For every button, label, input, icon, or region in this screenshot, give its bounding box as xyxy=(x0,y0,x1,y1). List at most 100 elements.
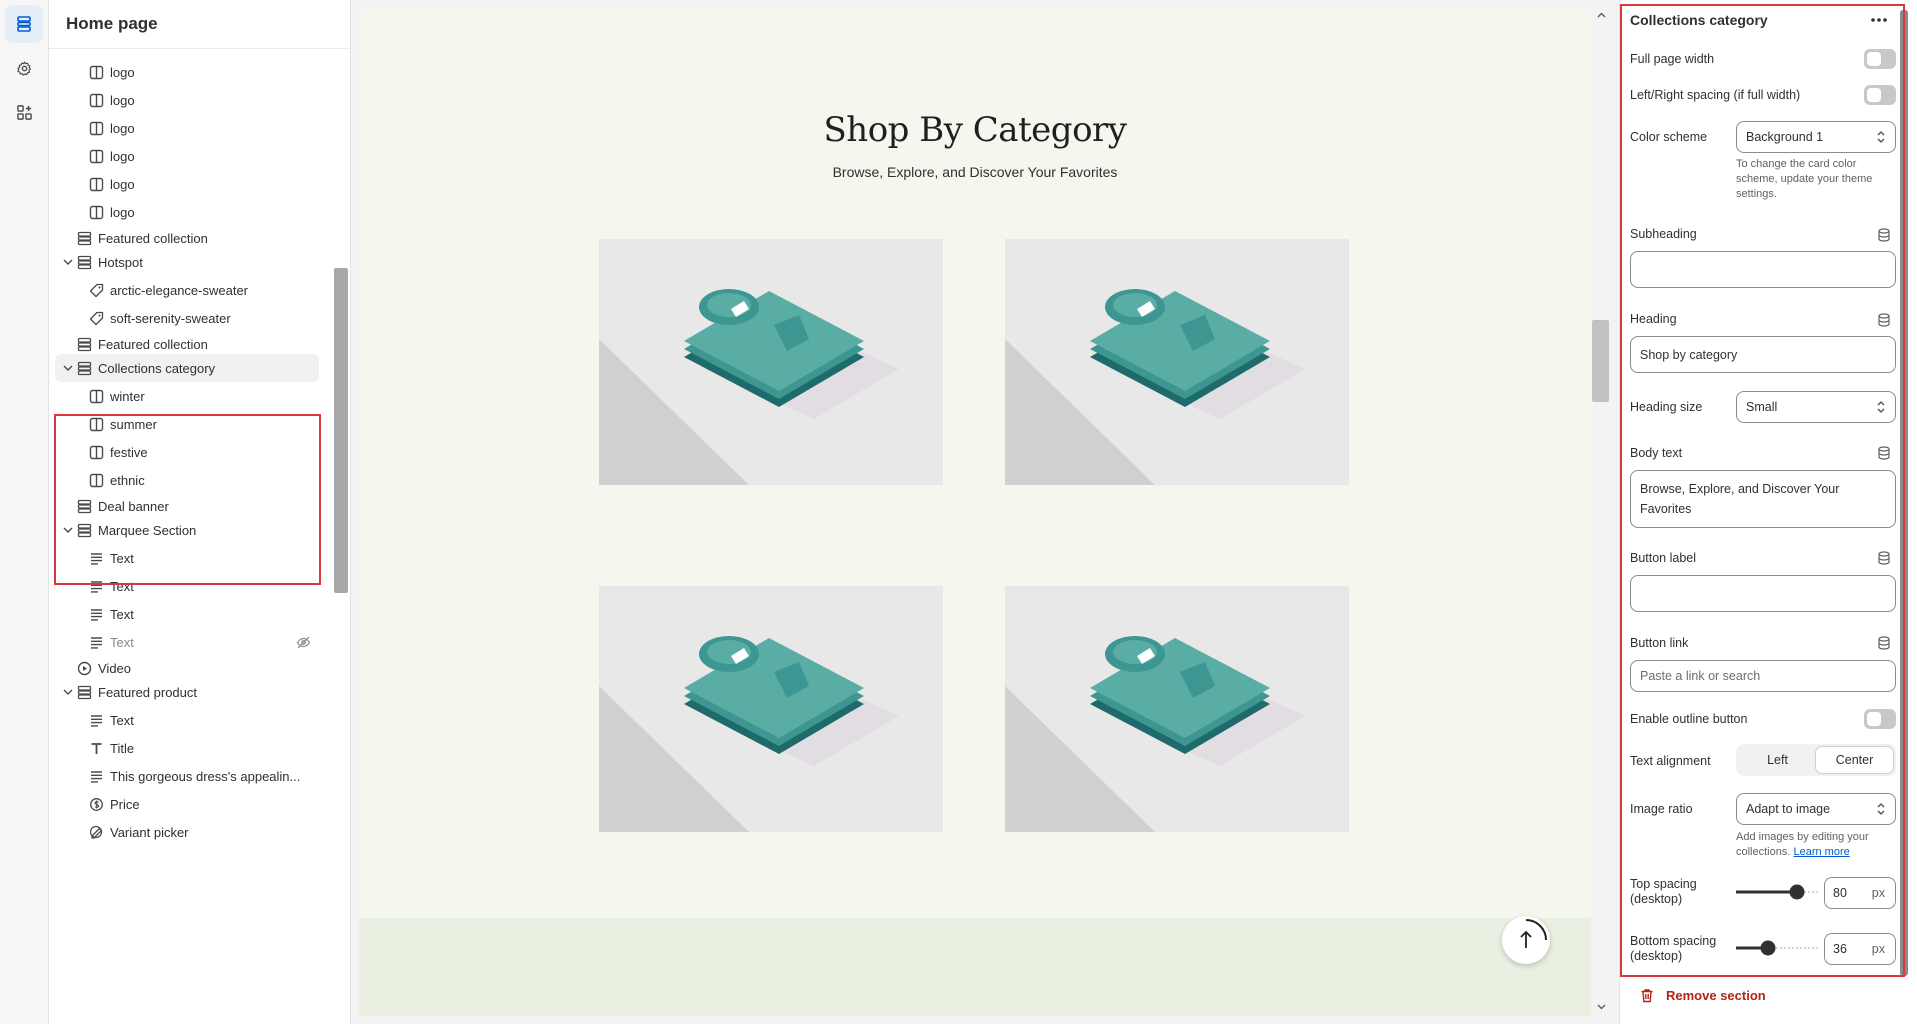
collection-card[interactable] xyxy=(599,239,943,485)
tree-section-item[interactable]: Featured product xyxy=(49,678,329,706)
top-spacing-slider[interactable] xyxy=(1736,882,1818,902)
sweater-placeholder-image xyxy=(1005,636,1349,832)
text-icon xyxy=(88,550,104,566)
image-ratio-label: Image ratio xyxy=(1630,802,1693,816)
heading-input[interactable]: Shop by category xyxy=(1630,336,1896,373)
tree-block-item[interactable]: Text xyxy=(49,600,329,628)
tree-item-label: soft-serenity-sweater xyxy=(110,310,231,326)
remove-section-button[interactable]: Remove section xyxy=(1640,988,1766,1003)
body-text-input[interactable]: Browse, Explore, and Discover Your Favor… xyxy=(1630,470,1896,528)
align-left-option[interactable]: Left xyxy=(1739,747,1816,773)
text-icon xyxy=(88,712,104,728)
tree-block-item[interactable]: logo xyxy=(49,170,329,198)
block-icon xyxy=(88,388,104,404)
tree-block-item[interactable]: Text xyxy=(49,572,329,600)
tree-block-item[interactable]: logo xyxy=(49,86,329,114)
tag-icon xyxy=(88,282,104,298)
tree-item-label: Text xyxy=(110,712,134,728)
subheading-input[interactable] xyxy=(1630,251,1896,288)
tree-block-item[interactable]: winter xyxy=(49,382,329,410)
tree-block-item[interactable]: logo xyxy=(49,58,329,86)
tree-item-label: logo xyxy=(110,92,135,108)
collection-card[interactable] xyxy=(1005,586,1349,832)
trash-icon xyxy=(1641,989,1653,1003)
tree-block-item[interactable]: Price xyxy=(49,790,329,818)
text-alignment-control[interactable]: Left Center xyxy=(1736,744,1896,776)
tree-item-label: ethnic xyxy=(110,472,145,488)
settings-scroll-thumb[interactable] xyxy=(1900,10,1908,976)
tree-block-item[interactable]: soft-serenity-sweater xyxy=(49,304,329,332)
variant-icon xyxy=(88,824,104,840)
theme-settings-button[interactable] xyxy=(5,49,43,87)
preview-scroll-thumb[interactable] xyxy=(1592,320,1609,402)
slider-handle[interactable] xyxy=(1789,884,1805,900)
block-icon xyxy=(88,444,104,460)
tree-item-label: Video xyxy=(98,660,132,676)
tree-item-label: arctic-elegance-sweater xyxy=(110,282,249,298)
section-settings-panel: Collections category Full page width Lef… xyxy=(1619,0,1917,1024)
tree-block-item[interactable]: Text xyxy=(49,628,329,656)
more-actions-button[interactable] xyxy=(1870,10,1888,28)
slider-handle[interactable] xyxy=(1760,940,1776,956)
button-link-input[interactable]: Paste a link or search xyxy=(1630,660,1896,692)
image-ratio-select[interactable]: Adapt to image xyxy=(1736,793,1896,825)
tree-section-item[interactable]: Hotspot xyxy=(49,248,329,276)
tree-block-item[interactable]: logo xyxy=(49,142,329,170)
align-center-option[interactable]: Center xyxy=(1816,747,1893,773)
tree-item-label: Variant picker xyxy=(110,824,189,840)
body-text-label: Body text xyxy=(1630,446,1683,460)
bottom-spacing-input[interactable]: 36 px xyxy=(1824,933,1896,965)
tree-block-item[interactable]: ethnic xyxy=(49,466,329,494)
learn-more-link[interactable]: Learn more xyxy=(1793,846,1849,858)
heading-size-select[interactable]: Small xyxy=(1736,391,1896,423)
tree-item-label: Marquee Section xyxy=(98,522,197,538)
storefront-preview[interactable]: Shop By Category Browse, Explore, and Di… xyxy=(359,10,1591,1016)
top-spacing-input[interactable]: 80 px xyxy=(1824,877,1896,909)
collection-card[interactable] xyxy=(1005,239,1349,485)
tree-block-item[interactable]: logo xyxy=(49,198,329,226)
button-link-label: Button link xyxy=(1630,636,1689,650)
tree-block-item[interactable]: Variant picker xyxy=(49,818,329,846)
subheading-label: Subheading xyxy=(1630,227,1697,241)
lr-spacing-toggle[interactable] xyxy=(1864,85,1896,105)
chevron-down-icon[interactable] xyxy=(61,255,75,269)
preview-scrollbar[interactable] xyxy=(1592,10,1610,1016)
apps-nav-button[interactable] xyxy=(5,93,43,131)
tree-block-item[interactable]: festive xyxy=(49,438,329,466)
chevron-down-icon[interactable] xyxy=(61,523,75,537)
button-label-label: Button label xyxy=(1630,551,1697,565)
tree-section-item[interactable]: Marquee Section xyxy=(49,516,329,544)
scroll-to-top-button[interactable] xyxy=(1502,916,1550,964)
chevron-down-icon[interactable] xyxy=(61,361,75,375)
tree-scroll-thumb[interactable] xyxy=(334,268,348,593)
collection-card[interactable] xyxy=(599,586,943,832)
chevron-down-icon[interactable] xyxy=(61,685,75,699)
tree-block-item[interactable]: summer xyxy=(49,410,329,438)
tree-block-item[interactable]: Text xyxy=(49,706,329,734)
full-width-toggle[interactable] xyxy=(1864,49,1896,69)
section-icon xyxy=(76,336,92,352)
bottom-spacing-slider[interactable] xyxy=(1736,938,1818,958)
button-label-input[interactable] xyxy=(1630,575,1896,612)
preview-heading: Shop By Category xyxy=(823,110,1128,150)
top-spacing-value: 80 xyxy=(1833,886,1847,900)
dynamic-source-icon[interactable] xyxy=(1877,228,1891,242)
tree-block-item[interactable]: arctic-elegance-sweater xyxy=(49,276,329,304)
tree-section-item[interactable]: Collections category xyxy=(55,354,319,382)
dynamic-source-icon[interactable] xyxy=(1877,313,1891,327)
tree-block-item[interactable]: Title xyxy=(49,734,329,762)
tree-item-label: logo xyxy=(110,64,135,80)
tree-block-item[interactable]: logo xyxy=(49,114,329,142)
outline-button-toggle[interactable] xyxy=(1864,709,1896,729)
block-icon xyxy=(88,92,104,108)
dynamic-source-icon[interactable] xyxy=(1877,446,1891,460)
dynamic-source-icon[interactable] xyxy=(1877,551,1891,565)
tree-block-item[interactable]: This gorgeous dress's appealin... xyxy=(49,762,329,790)
dynamic-source-icon[interactable] xyxy=(1877,636,1891,650)
sections-nav-button[interactable] xyxy=(5,5,43,43)
color-scheme-select[interactable]: Background 1 xyxy=(1736,121,1896,153)
tree-block-item[interactable]: Text xyxy=(49,544,329,572)
next-section-band xyxy=(359,918,1591,1016)
settings-title: Collections category xyxy=(1630,12,1768,28)
eye-off-icon[interactable] xyxy=(295,634,311,650)
